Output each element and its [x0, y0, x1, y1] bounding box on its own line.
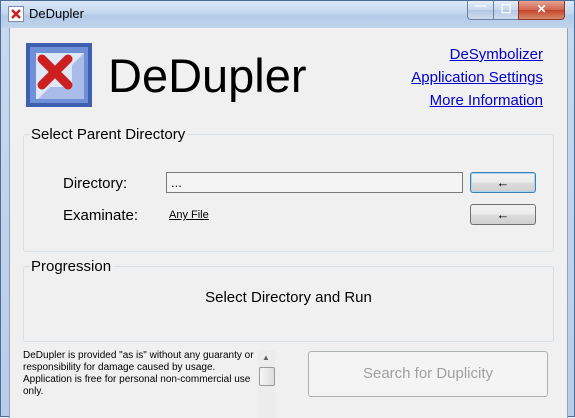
minimize-button[interactable]: —: [467, 0, 494, 20]
app-window: DeDupler — ☐ ✕ DeDupler DeSymbolizer App…: [0, 0, 575, 418]
disclaimer-line: Application is free for personal non-com…: [23, 374, 251, 397]
directory-input[interactable]: [166, 172, 463, 193]
red-x-icon: [26, 43, 92, 107]
window-title: DeDupler: [29, 6, 84, 21]
parent-directory-group-label: Select Parent Directory: [29, 126, 188, 143]
close-button[interactable]: ✕: [518, 1, 565, 20]
arrow-left-icon: ←: [496, 175, 510, 190]
examinate-select-button[interactable]: ←: [470, 204, 536, 225]
app-title: DeDupler: [108, 49, 307, 102]
maximize-icon: ☐: [500, 2, 512, 16]
scroll-up-icon[interactable]: ▲: [262, 353, 270, 362]
close-icon: ✕: [536, 2, 547, 16]
search-for-duplicity-button[interactable]: Search for Duplicity: [308, 351, 548, 397]
more-information-link[interactable]: More Information: [430, 92, 543, 109]
disclaimer-line: DeDupler is provided "as is" without any…: [23, 350, 254, 373]
application-settings-link[interactable]: Application Settings: [411, 69, 543, 86]
status-text: Select Directory and Run: [205, 289, 372, 306]
minimize-icon: —: [475, 0, 486, 12]
browse-directory-button[interactable]: ←: [470, 172, 536, 193]
examinate-value-link[interactable]: Any File: [169, 209, 209, 221]
app-icon[interactable]: [8, 6, 24, 22]
examinate-label: Examinate:: [63, 207, 139, 224]
directory-label: Directory:: [63, 175, 128, 192]
progression-group-label: Progression: [29, 258, 114, 275]
scroll-thumb[interactable]: [259, 367, 275, 386]
maximize-button[interactable]: ☐: [493, 1, 519, 20]
disclaimer-scrollbar[interactable]: ▲: [258, 350, 275, 418]
arrow-left-icon: ←: [496, 207, 510, 222]
title-bar[interactable]: DeDupler — ☐ ✕: [1, 0, 574, 28]
parent-directory-group: [23, 134, 554, 252]
desymbolizer-link[interactable]: DeSymbolizer: [450, 46, 543, 63]
disclaimer-text: DeDupler is provided "as is" without any…: [23, 350, 258, 418]
